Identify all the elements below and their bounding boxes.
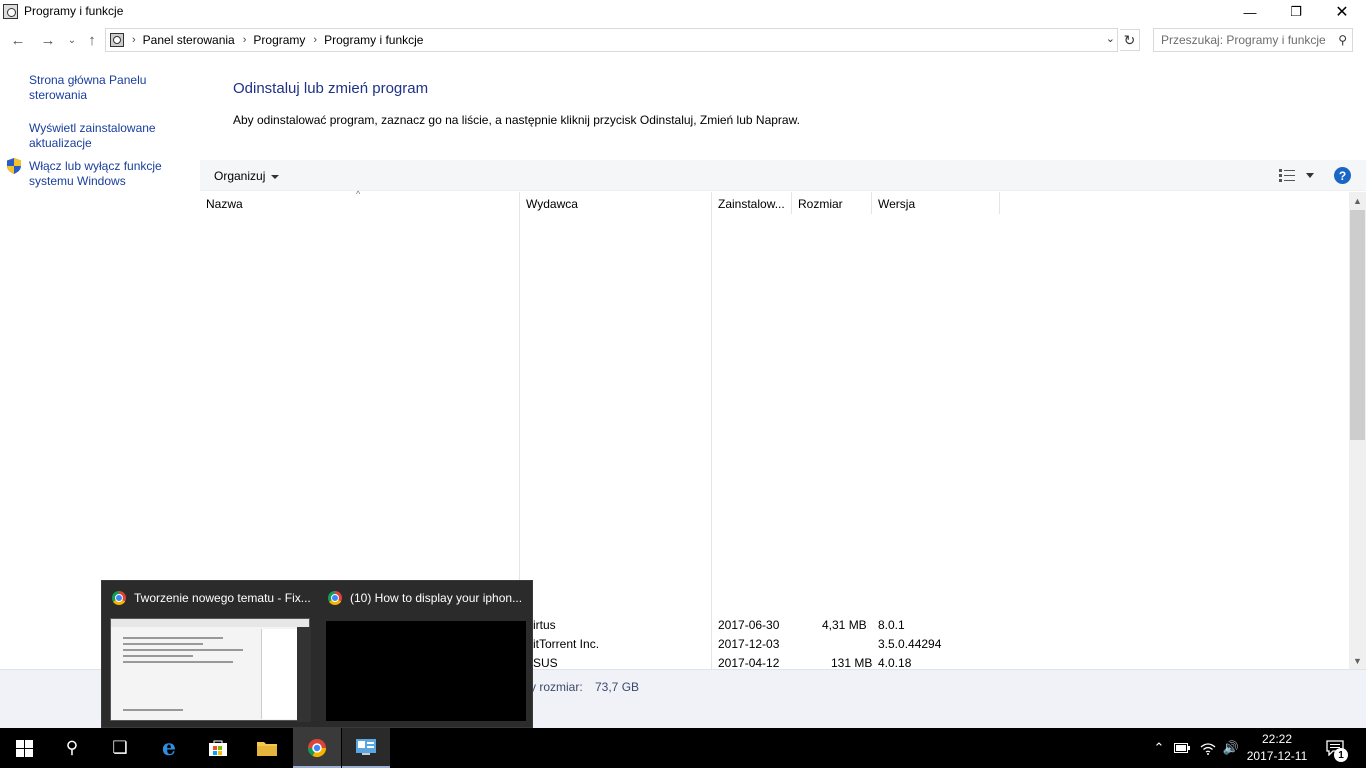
row-version: 8.0.1: [878, 618, 905, 632]
forward-arrow-icon[interactable]: →: [37, 29, 59, 51]
window-preview: [326, 621, 526, 721]
row-publisher: SUS: [533, 656, 558, 670]
back-arrow-icon[interactable]: ←: [7, 29, 29, 51]
row-installed: 2017-06-30: [718, 618, 780, 632]
sort-ascending-icon: ^: [356, 189, 361, 199]
wifi-icon[interactable]: [1197, 728, 1219, 768]
row-publisher: irtus: [533, 618, 556, 632]
row-publisher: itTorrent Inc.: [533, 637, 600, 651]
battery-icon[interactable]: [1172, 728, 1192, 768]
details-view-icon[interactable]: [1279, 169, 1295, 182]
view-options-chevron-icon[interactable]: [1306, 173, 1314, 178]
row-size: 4,31 MB: [822, 618, 867, 632]
search-placeholder: Przeszukaj: Programy i funkcje: [1161, 33, 1326, 47]
column-divider: [791, 192, 792, 214]
thumbnail-title: (10) How to display your iphon...: [350, 591, 523, 605]
close-button[interactable]: ✕: [1319, 0, 1365, 24]
window-title: Programy i funkcje: [24, 4, 124, 18]
windows-logo-icon: [15, 739, 33, 757]
start-button[interactable]: [0, 728, 48, 768]
minimize-button[interactable]: —: [1227, 0, 1273, 24]
taskbar-thumbnail-preview: Tworzenie nowego tematu - Fix... (10) Ho…: [101, 580, 533, 728]
volume-icon[interactable]: 🔊: [1220, 728, 1242, 768]
refresh-icon[interactable]: ↻: [1120, 29, 1140, 51]
recent-locations-chevron-icon[interactable]: ⌄: [61, 29, 83, 51]
breadcrumb-control-panel[interactable]: Panel sterowania: [143, 33, 235, 47]
command-toolbar: Organizuj ?: [200, 160, 1366, 191]
column-header-publisher[interactable]: Wydawca: [526, 197, 578, 211]
breadcrumb-programs-and-features[interactable]: Programy i funkcje: [324, 33, 423, 47]
column-header-size[interactable]: Rozmiar: [798, 197, 843, 211]
control-panel-taskbar-icon[interactable]: [342, 728, 390, 768]
maximize-button[interactable]: ❐: [1273, 0, 1319, 24]
search-icon[interactable]: ⚲: [48, 728, 96, 768]
control-panel-icon: [3, 4, 18, 19]
notification-count-badge: 1: [1334, 748, 1348, 762]
organize-button[interactable]: Organizuj: [214, 169, 279, 183]
row-size: 131 MB: [831, 656, 873, 670]
store-icon[interactable]: [194, 728, 242, 768]
help-icon[interactable]: ?: [1334, 167, 1351, 184]
row-installed: 2017-04-12: [718, 656, 780, 670]
column-header-version[interactable]: Wersja: [878, 197, 915, 211]
row-installed: 2017-12-03: [718, 637, 780, 651]
total-size-label: y rozmiar:: [530, 680, 583, 694]
scroll-up-arrow-icon[interactable]: ▲: [1349, 192, 1366, 209]
edge-icon[interactable]: e: [145, 728, 193, 768]
title-bar: Programy i funkcje — ❐ ✕: [0, 0, 1366, 24]
page-description: Aby odinstalować program, zaznacz go na …: [233, 113, 800, 127]
scroll-down-arrow-icon[interactable]: ▼: [1349, 652, 1366, 669]
vertical-scrollbar[interactable]: ▲ ▼: [1349, 192, 1366, 669]
address-bar[interactable]: › Panel sterowania › Programy › Programy…: [105, 28, 1118, 52]
sidebar-item-windows-features[interactable]: Włącz lub wyłącz funkcje systemu Windows: [29, 159, 179, 189]
chevron-down-icon[interactable]: ⌄: [1106, 32, 1115, 45]
up-arrow-icon[interactable]: ↑: [81, 29, 103, 51]
chrome-icon: [112, 591, 126, 605]
page-title: Odinstaluj lub zmień program: [233, 80, 429, 97]
row-version: 3.5.0.44294: [878, 637, 942, 651]
thumbnail-window-1[interactable]: Tworzenie nowego tematu - Fix...: [102, 581, 318, 729]
thumbnail-title: Tworzenie nowego tematu - Fix...: [134, 591, 310, 605]
scrollbar-thumb[interactable]: [1350, 210, 1365, 440]
row-version: 4.0.18: [878, 656, 912, 670]
system-clock[interactable]: 22:22 2017-12-11: [1242, 731, 1312, 765]
thumbnail-window-2[interactable]: (10) How to display your iphon...: [318, 581, 534, 729]
sidebar-item-control-panel-home[interactable]: Strona główna Panelu sterowania: [29, 73, 179, 103]
column-divider: [711, 192, 712, 669]
window-preview: [110, 618, 311, 722]
clock-time: 22:22: [1261, 732, 1293, 746]
search-icon[interactable]: ⚲: [1338, 33, 1347, 47]
column-header-name[interactable]: Nazwa: [206, 197, 243, 211]
navigation-bar: ← → ⌄ ↑ › Panel sterowania › Programy › …: [0, 27, 1366, 53]
shield-icon: [7, 158, 21, 174]
chrome-icon: [328, 591, 342, 605]
column-header-installed-on[interactable]: Zainstalow...: [718, 197, 785, 211]
breadcrumb-programs[interactable]: Programy: [253, 33, 305, 47]
column-divider: [999, 192, 1000, 214]
column-divider: [871, 192, 872, 214]
taskbar: ⚲ ❏ e ⌃ 🔊 22:22 2017-12-11 1: [0, 728, 1366, 768]
task-view-icon[interactable]: ❏: [96, 728, 144, 768]
clock-date: 2017-12-11: [1246, 749, 1308, 763]
file-explorer-icon[interactable]: [243, 728, 291, 768]
search-input[interactable]: Przeszukaj: Programy i funkcje ⚲: [1153, 28, 1353, 52]
control-panel-icon: [110, 33, 124, 47]
show-hidden-icons-chevron-icon[interactable]: ⌃: [1150, 728, 1168, 768]
chrome-taskbar-icon[interactable]: [293, 728, 341, 768]
total-size-value: 73,7 GB: [595, 680, 640, 694]
sidebar-item-installed-updates[interactable]: Wyświetl zainstalowane aktualizacje: [29, 121, 179, 151]
